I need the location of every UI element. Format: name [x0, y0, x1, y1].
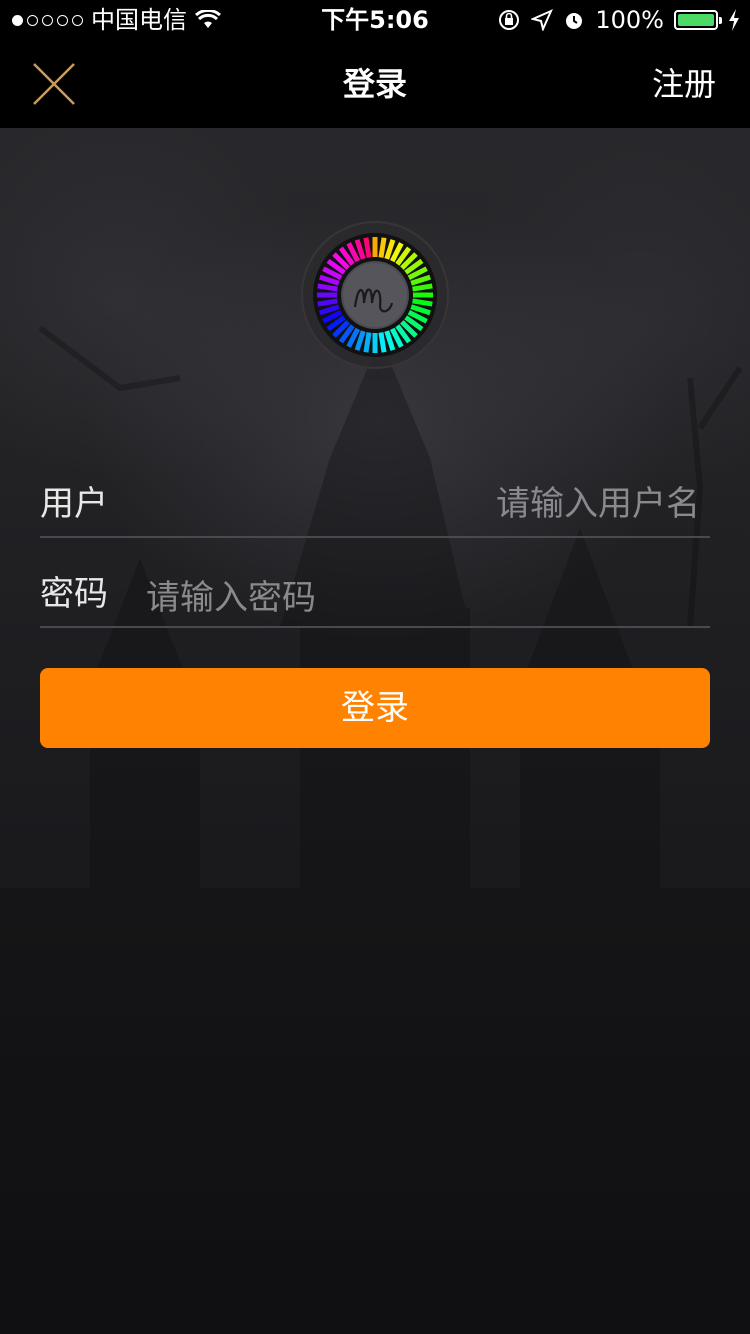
- logo-tick: [363, 332, 372, 353]
- logo-tick: [412, 298, 433, 307]
- battery-percent: 100%: [595, 6, 664, 34]
- location-icon: [531, 9, 554, 31]
- status-right: 100%: [497, 0, 740, 40]
- password-label: 密码: [40, 574, 108, 614]
- battery-icon: [674, 10, 722, 30]
- alarm-icon: [566, 13, 583, 29]
- username-input[interactable]: 请输入用户名: [496, 476, 700, 525]
- logo-tick: [412, 283, 433, 292]
- logo-tick: [317, 283, 338, 292]
- logo-tick: [317, 298, 338, 307]
- navigation-bar: 登录 注册: [0, 40, 750, 128]
- logo-tick: [363, 237, 372, 258]
- login-button[interactable]: 登录: [40, 668, 710, 748]
- username-row: 用户 请输入用户名: [40, 450, 710, 538]
- username-label: 用户: [40, 484, 108, 524]
- logo-tick: [378, 332, 387, 353]
- register-button[interactable]: 注册: [652, 40, 716, 128]
- charging-icon: [729, 9, 739, 31]
- password-input[interactable]: 请输入密码: [146, 570, 316, 619]
- password-row: 密码 请输入密码: [40, 540, 710, 628]
- status-bar: 中国电信 下午5:06 100%: [0, 0, 750, 40]
- app-logo: [301, 221, 449, 369]
- logo-tick: [378, 237, 387, 258]
- page-title: 登录: [342, 65, 407, 103]
- rotation-lock-icon: [499, 10, 520, 30]
